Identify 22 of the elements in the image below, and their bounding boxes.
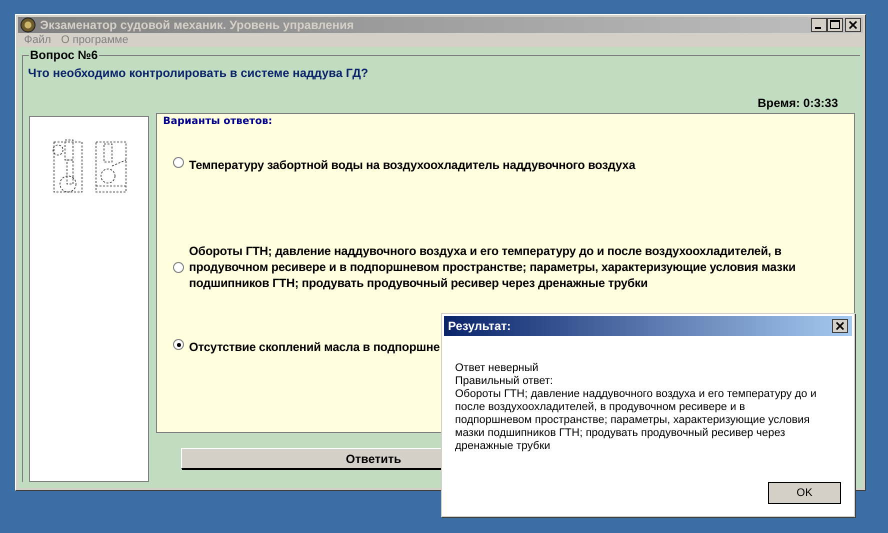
maximize-icon[interactable]: [827, 18, 843, 32]
ok-button[interactable]: OK: [768, 482, 841, 504]
answer-option[interactable]: Отсутствие скоплений масла в подпоршне: [173, 339, 844, 359]
answer-text: Обороты ГТН; давление наддувочного воздуха и его температуру до и после воздухоохладителей, в продувочном ресивере и в подпоршневом пространстве; параметры, характеризующие условия мазки подшипников ГТН; продувать продувочный ресивер через дренажные трубки: [189, 243, 797, 291]
answer-text: Отсутствие скоплений масла в подпоршне: [189, 339, 440, 355]
timer: Время: 0:3:33: [758, 96, 838, 110]
emblem-icon: [20, 17, 36, 33]
close-icon[interactable]: [845, 18, 861, 32]
answer-text: Температуру забортной воды на воздухоохладитель наддувочного воздуха: [189, 157, 636, 173]
radio-button[interactable]: [173, 339, 184, 350]
dialog-title: Результат:: [448, 319, 511, 333]
radio-button[interactable]: [173, 157, 184, 168]
minimize-icon[interactable]: [811, 18, 827, 32]
result-text: Правильный ответ:: [455, 375, 554, 388]
radio-button[interactable]: [173, 262, 184, 272]
result-text: Ответ неверный: [455, 362, 540, 375]
answers-heading: Варианты ответов:: [163, 116, 272, 127]
question-heading: Вопрос №6: [29, 48, 99, 62]
question-text: Что необходимо контролировать в системе наддува ГД?: [27, 66, 370, 80]
answer-option[interactable]: Температуру забортной воды на воздухоохладитель наддувочного воздуха: [173, 157, 844, 199]
window-title: Экзаменатор судовой механик. Уровень управления: [40, 18, 355, 32]
close-icon[interactable]: [832, 319, 848, 333]
